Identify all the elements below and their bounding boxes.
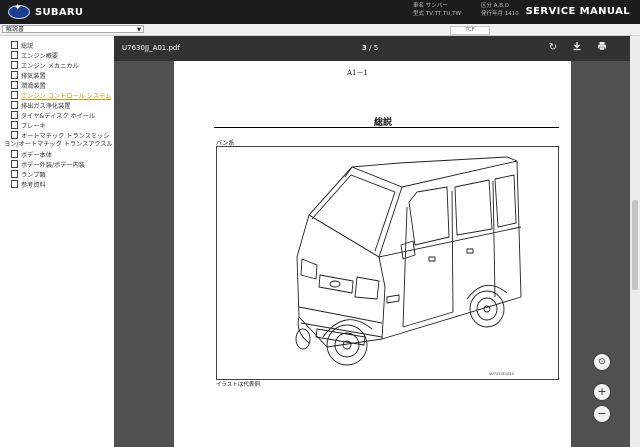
sidebar-item-lubrication[interactable]: 潤滑装置: [11, 81, 46, 91]
page-indicator: 3 / 5: [362, 44, 378, 52]
sidebar-tree: 総説 エンジン概要 エンジン メカニカル 排気装置 潤滑装置 エンジン コントロ…: [0, 36, 114, 447]
document-icon: [11, 101, 18, 109]
date-value: 1410: [504, 11, 519, 17]
document-icon: [11, 180, 18, 188]
document-icon: [11, 71, 18, 79]
zoom-in-icon[interactable]: +: [594, 384, 610, 400]
sidebar-item-label: ボデー外装/ボデー内装: [21, 162, 85, 169]
sidebar-item-label: オートマチック トランスミッシ: [21, 133, 110, 140]
model-label: 車名: [413, 3, 425, 9]
pdf-page-previous: A1－1: [174, 61, 571, 105]
print-icon[interactable]: [595, 41, 609, 55]
title-underline: [214, 127, 559, 128]
van-illustration: [295, 156, 522, 366]
region-value: A,B,D: [493, 3, 510, 9]
illustration-frame: [216, 146, 559, 380]
sidebar-item-label: 排気装置: [21, 73, 46, 80]
document-icon: [11, 81, 18, 89]
type-value: TV,TT,TU,TW: [425, 11, 461, 17]
sidebar-item-label: 参考資料: [21, 182, 46, 189]
zoom-out-icon[interactable]: −: [594, 406, 610, 422]
download-icon[interactable]: [570, 41, 584, 55]
document-icon: [11, 131, 18, 139]
sidebar-item-engine-overview[interactable]: エンジン概要: [11, 51, 59, 61]
scrollbar-thumb[interactable]: [632, 200, 638, 290]
pdf-filename: U7630JJ_A01.pdf: [122, 44, 180, 52]
sidebar-item-label: 排出ガス浄化装置: [21, 103, 71, 110]
page-header-code: A1－1: [347, 69, 368, 77]
rotate-icon[interactable]: ↻: [546, 41, 560, 55]
document-icon: [11, 160, 18, 168]
sidebar-item-body[interactable]: ボデー本体: [11, 150, 52, 160]
sidebar-item-label: エンジン メカニカル: [21, 63, 79, 70]
document-icon: [11, 121, 18, 129]
sidebar-item-label: タイヤ&ディスク ホイール: [21, 113, 96, 120]
pdf-viewer[interactable]: U7630JJ_A01.pdf 3 / 5 ↻ A1－1 総説 バン系 SU74…: [114, 36, 630, 447]
sidebar-item-lamps[interactable]: ランプ類: [11, 170, 46, 180]
document-icon: [11, 170, 18, 178]
sidebar-item-brake[interactable]: ブレーキ: [11, 121, 46, 131]
sidebar-item-label: エンジン概要: [21, 53, 59, 60]
date-label: 発行年月: [481, 11, 504, 17]
fit-page-icon[interactable]: ⊙: [594, 354, 610, 370]
sidebar-item-emission[interactable]: 排出ガス浄化装置: [11, 101, 71, 111]
manual-type-select[interactable]: 解説書 ▼: [2, 25, 144, 33]
document-icon: [11, 61, 18, 69]
document-icon: [11, 91, 18, 99]
sidebar-item-exhaust[interactable]: 排気装置: [11, 71, 46, 81]
vehicle-meta-left: 車名 サンバー 型式 TV,TT,TU,TW: [413, 2, 461, 18]
brand-name: SUBARU: [35, 6, 84, 18]
sidebar-item-label: ボデー本体: [21, 152, 52, 159]
sidebar-item-label: 潤滑装置: [21, 83, 46, 90]
region-label: 区分: [481, 3, 493, 9]
page-separator: /: [369, 44, 372, 52]
app-title: SERVICE MANUAL: [525, 6, 630, 17]
sidebar-item-label: エンジン コントロール システム: [21, 93, 112, 100]
viewer-scrollbar[interactable]: [630, 36, 640, 447]
document-icon: [11, 41, 18, 49]
current-page[interactable]: 3: [362, 44, 367, 52]
document-icon: [11, 51, 18, 59]
figure-caption: イラストは代表例: [216, 382, 260, 388]
model-value: サンバー: [425, 3, 448, 9]
document-icon: [11, 150, 18, 158]
selector-bar: 解説書 ▼ TCF: [0, 24, 640, 36]
subaru-emblem-icon: [8, 3, 30, 19]
pdf-toolbar: U7630JJ_A01.pdf 3 / 5 ↻: [114, 36, 630, 61]
sidebar-item-label: ランプ類: [21, 172, 46, 179]
sidebar-item-label: 総説: [21, 43, 34, 50]
dropdown-arrow-icon: ▼: [137, 27, 141, 33]
vehicle-meta-right: 区分 A,B,D 発行年月 1410: [481, 2, 519, 18]
app-header: SUBARU 車名 サンバー 型式 TV,TT,TU,TW 区分 A,B,D 発…: [0, 0, 640, 24]
total-pages: 5: [373, 44, 379, 52]
manual-type-value: 解説書: [6, 26, 25, 33]
sidebar-item-engine-mechanical[interactable]: エンジン メカニカル: [11, 61, 79, 71]
sidebar-item-label-continued[interactable]: ヨン/オートマチック トランスアクスル: [4, 141, 113, 149]
document-icon: [11, 111, 18, 119]
sidebar-item-tire-wheel[interactable]: タイヤ&ディスク ホイール: [11, 111, 96, 121]
pdf-page-current: 総説 バン系 SU7413E1020 イラストは代表例: [174, 100, 571, 447]
sidebar-item-body-exterior-interior[interactable]: ボデー外装/ボデー内装: [11, 160, 85, 170]
sidebar-item-label: ブレーキ: [21, 123, 46, 130]
sidebar-item-automatic-transmission[interactable]: オートマチック トランスミッシ: [11, 131, 110, 141]
sidebar-item-engine-control[interactable]: エンジン コントロール システム: [11, 91, 112, 101]
sidebar-item-general[interactable]: 総説: [11, 41, 34, 51]
type-label: 型式: [413, 11, 425, 17]
subaru-logo: SUBARU: [8, 3, 84, 19]
sidebar-item-reference[interactable]: 参考資料: [11, 180, 46, 190]
tcf-button[interactable]: TCF: [450, 26, 490, 35]
figure-code: SU7413E1020: [489, 372, 514, 376]
